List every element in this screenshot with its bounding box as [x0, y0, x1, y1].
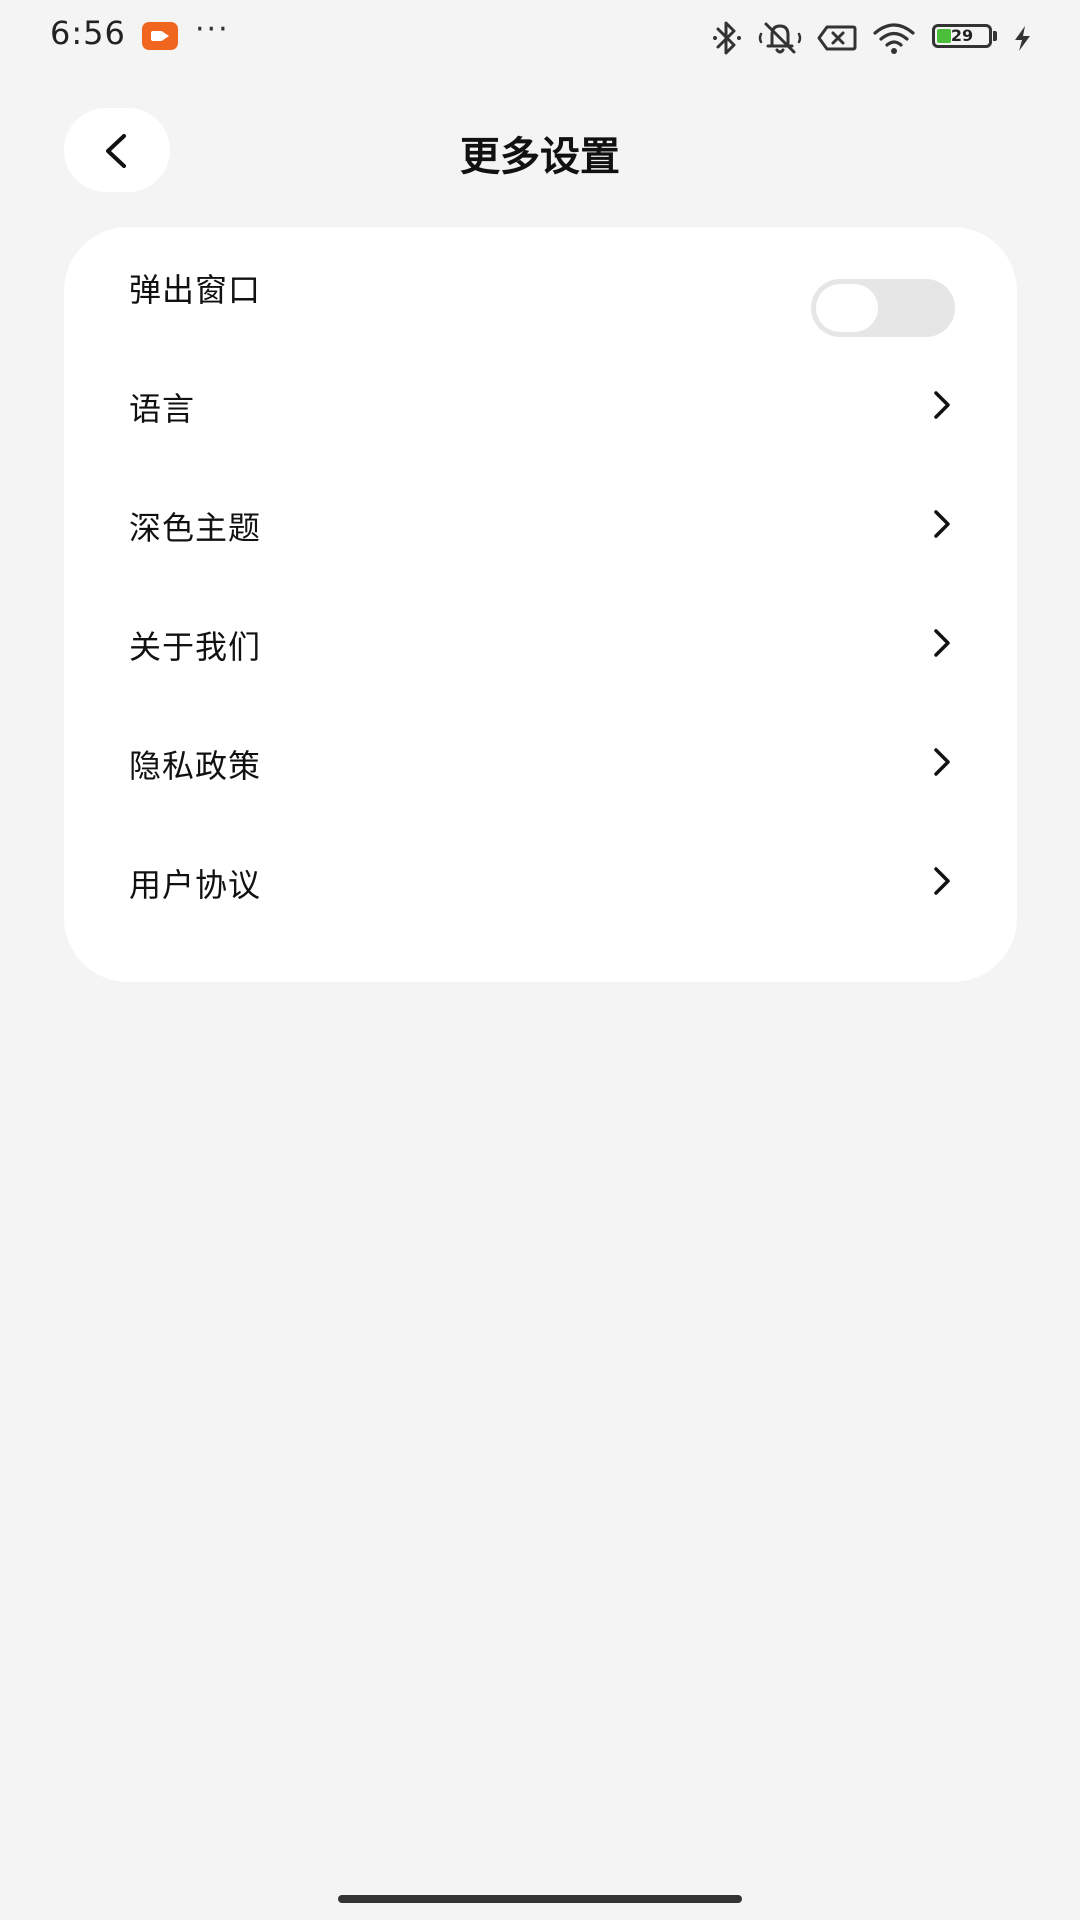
more-notifications-icon: ··· — [195, 12, 230, 47]
chevron-right-icon — [934, 867, 950, 895]
page-title: 更多设置 — [460, 134, 620, 180]
setting-row-dark-theme[interactable]: 深色主题 — [64, 465, 1017, 584]
status-icons: 29 — [710, 18, 1040, 58]
setting-label: 隐私政策 — [129, 747, 262, 785]
setting-label: 关于我们 — [129, 628, 262, 666]
setting-row-privacy-policy[interactable]: 隐私政策 — [64, 703, 1017, 822]
setting-row-about-us[interactable]: 关于我们 — [64, 584, 1017, 703]
screen-record-icon — [142, 22, 178, 50]
toggle-knob — [816, 284, 878, 332]
setting-row-language[interactable]: 语言 — [64, 346, 1017, 465]
setting-label: 深色主题 — [129, 509, 262, 547]
setting-row-user-agreement[interactable]: 用户协议 — [64, 822, 1017, 941]
home-indicator[interactable] — [338, 1895, 742, 1903]
status-time: 6:56 — [50, 14, 126, 52]
battery-level: 29 — [950, 26, 974, 45]
setting-row-popup-window: 弹出窗口 — [64, 227, 1017, 346]
mute-icon — [758, 22, 802, 54]
setting-label: 弹出窗口 — [129, 271, 262, 309]
charging-icon — [1015, 26, 1030, 51]
setting-label: 用户协议 — [129, 866, 262, 904]
chevron-right-icon — [934, 629, 950, 657]
wifi-icon — [873, 23, 915, 54]
chevron-right-icon — [934, 510, 950, 538]
popup-window-toggle[interactable] — [811, 279, 955, 337]
chevron-right-icon — [934, 748, 950, 776]
settings-card: 弹出窗口 语言 深色主题 关于我们 隐私政策 用户协议 — [64, 227, 1017, 982]
setting-label: 语言 — [129, 390, 196, 428]
battery-icon: 29 — [932, 18, 1002, 58]
bluetooth-icon — [713, 21, 741, 55]
status-bar: 6:56 ··· 29 — [0, 0, 1080, 76]
chevron-right-icon — [934, 391, 950, 419]
no-sim-icon — [817, 25, 857, 51]
